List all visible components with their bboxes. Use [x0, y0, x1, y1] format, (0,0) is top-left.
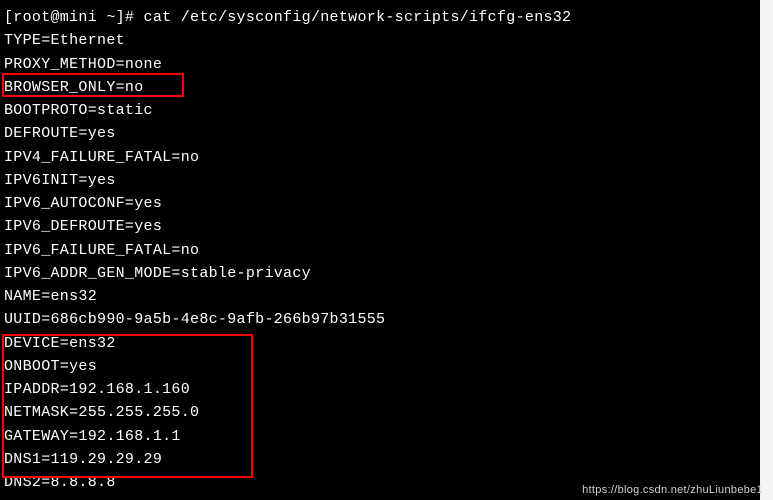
output-line: DEVICE=ens32	[4, 332, 756, 355]
output-line: IPV6_AUTOCONF=yes	[4, 192, 756, 215]
output-line: IPV6_ADDR_GEN_MODE=stable-privacy	[4, 262, 756, 285]
output-line: UUID=686cb990-9a5b-4e8c-9afb-266b97b3155…	[4, 308, 756, 331]
output-line: DEFROUTE=yes	[4, 122, 756, 145]
output-line: DNS1=119.29.29.29	[4, 448, 756, 471]
watermark-text: https://blog.csdn.net/zhuLiunbebe1	[582, 484, 763, 496]
terminal-window[interactable]: [root@mini ~]# cat /etc/sysconfig/networ…	[0, 0, 760, 500]
output-line: IPV6_FAILURE_FATAL=no	[4, 239, 756, 262]
output-line: NETMASK=255.255.255.0	[4, 401, 756, 424]
output-line: ONBOOT=yes	[4, 355, 756, 378]
output-line: BOOTPROTO=static	[4, 99, 756, 122]
output-line: NAME=ens32	[4, 285, 756, 308]
output-line: IPV4_FAILURE_FATAL=no	[4, 146, 756, 169]
shell-prompt: [root@mini ~]#	[4, 9, 144, 26]
output-line: BROWSER_ONLY=no	[4, 76, 756, 99]
command-text: cat /etc/sysconfig/network-scripts/ifcfg…	[144, 9, 572, 26]
output-line: IPADDR=192.168.1.160	[4, 378, 756, 401]
output-line: IPV6_DEFROUTE=yes	[4, 215, 756, 238]
output-line: PROXY_METHOD=none	[4, 53, 756, 76]
output-line: IPV6INIT=yes	[4, 169, 756, 192]
output-line: GATEWAY=192.168.1.1	[4, 425, 756, 448]
prompt-line: [root@mini ~]# cat /etc/sysconfig/networ…	[4, 6, 756, 29]
output-line: TYPE=Ethernet	[4, 29, 756, 52]
